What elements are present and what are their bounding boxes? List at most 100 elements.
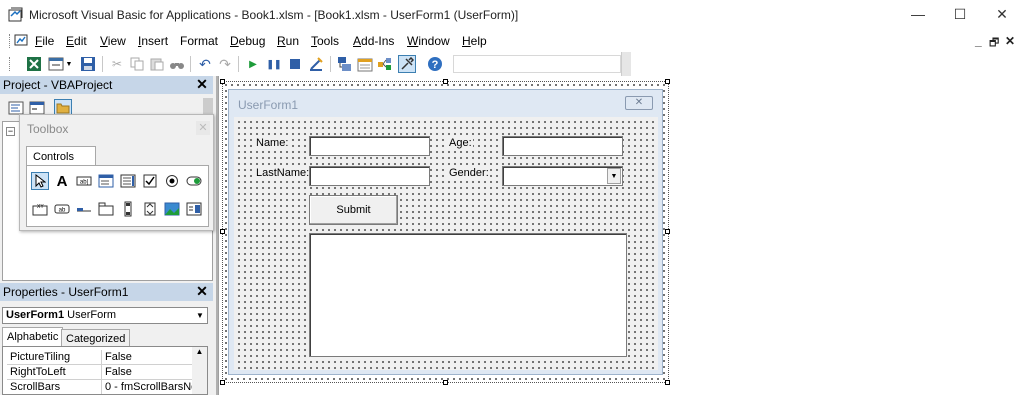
image-tool-icon[interactable]	[163, 200, 181, 218]
insert-userform-icon[interactable]	[47, 55, 65, 73]
save-icon[interactable]	[79, 55, 97, 73]
multipage-tool-icon[interactable]	[97, 200, 115, 218]
maximize-window-button[interactable]: ☐	[952, 6, 968, 22]
chevron-down-icon[interactable]: ▼	[194, 309, 206, 322]
menu-edit[interactable]: Edit	[66, 34, 87, 48]
userform-client-area[interactable]: Name: Age: LastName: Gender: ▼ Submit	[234, 117, 658, 370]
project-panel-title-text: Project - VBAProject	[3, 78, 113, 92]
name-textbox[interactable]	[309, 136, 430, 156]
resize-handle[interactable]	[220, 79, 225, 84]
resize-handle[interactable]	[443, 380, 448, 385]
project-panel-title: Project - VBAProject ✕	[0, 76, 213, 94]
age-label[interactable]: Age:	[448, 137, 473, 149]
properties-panel-title: Properties - UserForm1 ✕	[0, 283, 213, 301]
menu-format[interactable]: Format	[180, 34, 218, 48]
properties-object-name: UserForm1	[6, 309, 65, 321]
tab-categorized[interactable]: Categorized	[61, 329, 131, 346]
menu-bar: File Edit View Insert Format Debug Run T…	[0, 30, 1024, 52]
menu-add-ins[interactable]: Add-Ins	[353, 34, 394, 48]
menu-insert[interactable]: Insert	[138, 34, 168, 48]
frame-tool-icon[interactable]: XY	[31, 200, 49, 218]
run-icon[interactable]: ▶	[244, 55, 262, 73]
listbox-tool-icon[interactable]	[119, 172, 137, 190]
tab-alphabetic[interactable]: Alphabetic	[2, 327, 64, 346]
togglebutton-tool-icon[interactable]	[185, 172, 203, 190]
reset-icon[interactable]	[286, 55, 304, 73]
menu-debug[interactable]: Debug	[230, 34, 265, 48]
toolbar-grip[interactable]	[9, 57, 12, 71]
lastname-label[interactable]: LastName:	[255, 167, 311, 179]
module-icon[interactable]	[13, 33, 29, 48]
resize-handle[interactable]	[665, 229, 670, 234]
close-window-button[interactable]: ✕	[994, 6, 1010, 22]
menu-file[interactable]: File	[35, 34, 54, 48]
properties-panel-close-icon[interactable]: ✕	[195, 284, 209, 298]
title-bar: Microsoft Visual Basic for Applications …	[0, 0, 1024, 30]
textbox-tool-icon[interactable]: ab|	[75, 172, 93, 190]
userform-window[interactable]: UserForm1 ✕ Name: Age: LastName: Gender:…	[228, 89, 663, 375]
menu-help[interactable]: Help	[462, 34, 487, 48]
menu-run[interactable]: Run	[277, 34, 299, 48]
menu-window[interactable]: Window	[407, 34, 450, 48]
userform-title: UserForm1	[238, 98, 299, 112]
toolbox-close-icon[interactable]: ✕	[196, 121, 210, 135]
combobox-tool-icon[interactable]	[97, 172, 115, 190]
chevron-down-icon[interactable]: ▼	[607, 168, 621, 184]
select-objects-icon[interactable]	[31, 172, 49, 190]
property-value[interactable]: False	[102, 365, 192, 380]
copy-icon[interactable]	[128, 55, 146, 73]
find-icon[interactable]	[168, 55, 186, 73]
name-label[interactable]: Name:	[255, 137, 290, 149]
menu-tools[interactable]: Tools	[311, 34, 339, 48]
mdi-restore-button[interactable]: 🗗	[989, 34, 999, 53]
age-textbox[interactable]	[502, 136, 623, 156]
paste-icon[interactable]	[148, 55, 166, 73]
tree-expand-icon[interactable]: −	[6, 127, 15, 136]
spinbutton-tool-icon[interactable]	[141, 200, 159, 218]
lastname-textbox[interactable]	[309, 166, 430, 186]
resize-handle[interactable]	[665, 380, 670, 385]
properties-object-dropdown[interactable]: UserForm1 UserForm ▼	[2, 307, 208, 324]
properties-scrollbar[interactable]: ▲	[192, 347, 207, 394]
checkbox-tool-icon[interactable]	[141, 172, 159, 190]
gender-combobox[interactable]: ▼	[502, 166, 623, 186]
object-browser-icon[interactable]	[376, 55, 394, 73]
mdi-close-button[interactable]: ✕	[1005, 34, 1015, 48]
commandbutton-tool-icon[interactable]: ab	[53, 200, 71, 218]
optionbutton-tool-icon[interactable]	[163, 172, 181, 190]
excel-icon[interactable]	[25, 55, 43, 73]
help-icon[interactable]: ?	[426, 55, 444, 73]
mdi-minimize-button[interactable]: _	[975, 34, 982, 48]
resize-handle[interactable]	[665, 79, 670, 84]
menu-grip[interactable]	[9, 34, 12, 48]
tabstrip-tool-icon[interactable]	[75, 200, 93, 218]
design-mode-icon[interactable]	[307, 55, 325, 73]
label-tool-icon[interactable]: A	[53, 172, 71, 190]
project-panel-close-icon[interactable]: ✕	[195, 77, 209, 91]
scrollbar-tool-icon[interactable]	[119, 200, 137, 218]
refedit-tool-icon[interactable]	[185, 200, 203, 218]
properties-icon[interactable]	[356, 55, 374, 73]
toolbar-status-field	[453, 55, 621, 73]
toolbar-overflow-handle[interactable]	[621, 52, 631, 76]
resize-handle[interactable]	[220, 229, 225, 234]
break-icon[interactable]: ❚❚	[265, 55, 283, 73]
userform-close-icon[interactable]: ✕	[625, 96, 653, 110]
cut-icon[interactable]: ✂	[108, 55, 126, 73]
gender-label[interactable]: Gender:	[448, 167, 490, 179]
toolbox-icon[interactable]	[398, 55, 416, 73]
submit-button[interactable]: Submit	[309, 195, 398, 225]
redo-icon[interactable]: ↷	[216, 55, 234, 73]
property-value[interactable]: False	[102, 350, 192, 365]
toolbox-window: Toolbox ✕ Controls A ab| XY ab	[19, 114, 214, 231]
resize-handle[interactable]	[220, 380, 225, 385]
property-value[interactable]: 0 - fmScrollBarsNon	[102, 380, 192, 394]
undo-icon[interactable]: ↶	[196, 55, 214, 73]
menu-view[interactable]: View	[100, 34, 126, 48]
tab-controls[interactable]: Controls	[26, 146, 96, 166]
dropdown-arrow-icon[interactable]: ▼	[64, 55, 74, 73]
resize-handle[interactable]	[443, 79, 448, 84]
project-explorer-icon[interactable]	[336, 55, 354, 73]
minimize-window-button[interactable]: —	[910, 6, 926, 22]
results-listbox[interactable]	[309, 233, 627, 357]
